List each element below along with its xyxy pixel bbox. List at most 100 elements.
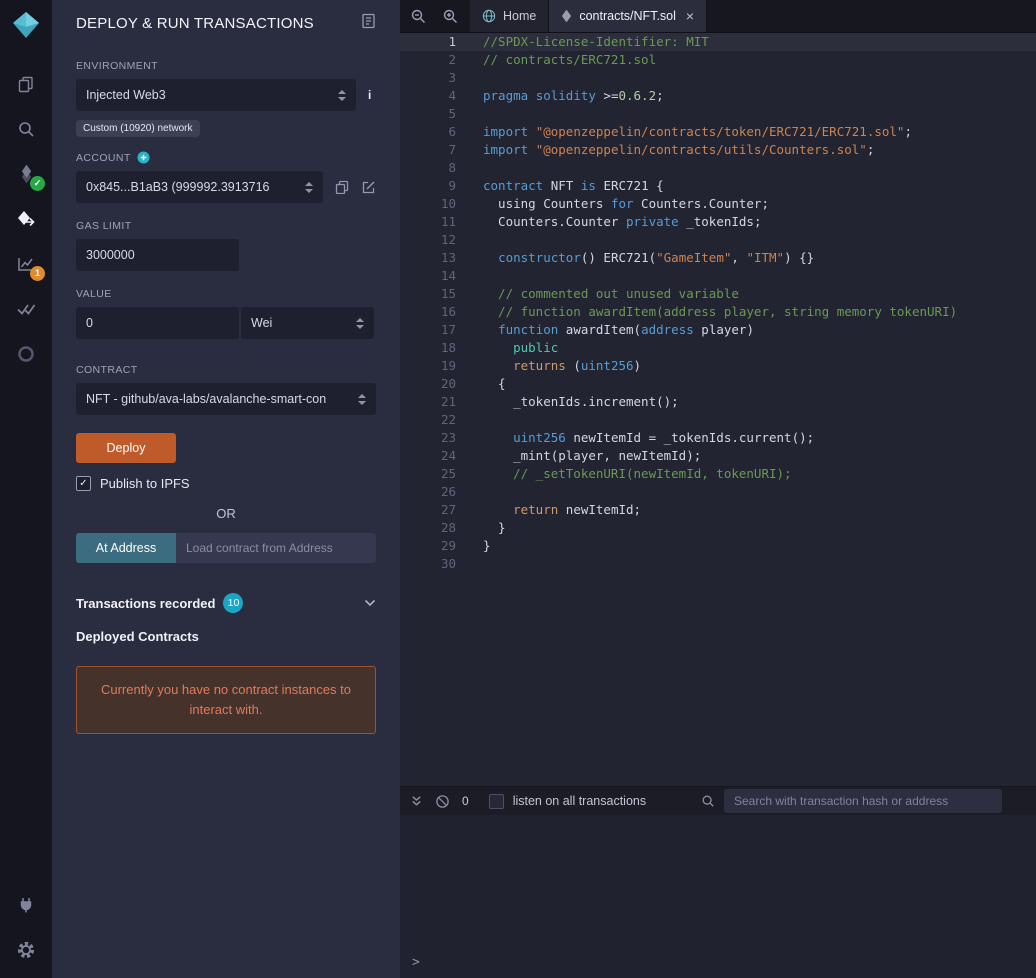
statistics-count-badge: 1 — [30, 266, 45, 281]
documentation-icon[interactable] — [361, 13, 376, 34]
account-select[interactable]: 0x845...B1aB3 (999992.3913716 — [76, 171, 323, 203]
code-line-2[interactable]: 2 // contracts/ERC721.sol — [400, 51, 1036, 69]
unit-testing-icon[interactable] — [0, 286, 52, 331]
line-number: 13 — [440, 250, 456, 265]
remix-logo-icon[interactable] — [11, 10, 41, 45]
line-text: _tokenIds.increment(); — [483, 394, 679, 409]
line-number: 9 — [448, 178, 456, 193]
code-line-11[interactable]: 11 Counters.Counter private _tokenIds; — [400, 213, 1036, 231]
terminal-search-input[interactable] — [724, 789, 1002, 813]
or-divider: OR — [216, 506, 236, 521]
terminal-prompt: > — [412, 955, 420, 970]
code-line-16[interactable]: 16 // function awardItem(address player,… — [400, 303, 1036, 321]
code-line-28[interactable]: 28 } — [400, 519, 1036, 537]
code-line-7[interactable]: 7 import "@openzeppelin/contracts/utils/C… — [400, 141, 1036, 159]
code-line-26[interactable]: 26 — [400, 483, 1036, 501]
line-text — [456, 267, 483, 285]
line-number: 4 — [448, 88, 456, 103]
code-line-24[interactable]: 24 _mint(player, newItemId); — [400, 447, 1036, 465]
line-text: // commented out unused variable — [483, 286, 739, 301]
line-text: // function awardItem(address player, st… — [483, 304, 958, 319]
environment-info-icon[interactable]: i — [368, 88, 371, 102]
code-line-18[interactable]: 18 public — [400, 339, 1036, 357]
deploy-and-run-icon[interactable] — [0, 196, 52, 241]
line-number: 23 — [440, 430, 456, 445]
line-number: 27 — [440, 502, 456, 517]
line-number: 28 — [440, 520, 456, 535]
terminal-clear-icon[interactable] — [435, 794, 450, 809]
value-input[interactable] — [76, 307, 239, 339]
tab-home[interactable]: Home — [470, 0, 550, 32]
zoom-out-icon[interactable] — [410, 8, 426, 24]
deploy-button[interactable]: Deploy — [76, 433, 176, 463]
contract-select[interactable]: NFT - github/ava-labs/avalanche-smart-co… — [76, 383, 376, 415]
line-text: // _setTokenURI(newItemId, tokenURI); — [483, 466, 792, 481]
code-line-4[interactable]: 4 pragma solidity >=0.6.2; — [400, 87, 1036, 105]
code-line-30[interactable]: 30 — [400, 555, 1036, 573]
zoom-in-icon[interactable] — [442, 8, 458, 24]
account-value: 0x845...B1aB3 (999992.3913716 — [86, 180, 270, 194]
debugger-icon[interactable] — [0, 331, 52, 376]
at-address-button[interactable]: At Address — [76, 533, 176, 563]
line-number: 6 — [448, 124, 456, 139]
code-line-25[interactable]: 25 // _setTokenURI(newItemId, tokenURI); — [400, 465, 1036, 483]
tab-nft-sol[interactable]: contracts/NFT.sol × — [549, 0, 708, 32]
add-account-icon[interactable] — [137, 151, 150, 164]
terminal-output[interactable]: > — [400, 815, 1036, 978]
at-address-input[interactable] — [176, 533, 376, 563]
line-text — [456, 159, 483, 177]
environment-select[interactable]: Injected Web3 — [76, 79, 356, 111]
line-text: //SPDX-License-Identifier: MIT — [483, 34, 709, 49]
line-text: uint256 newItemId = _tokenIds.current(); — [513, 430, 815, 445]
chevron-down-icon[interactable] — [364, 599, 376, 607]
line-text — [456, 231, 483, 249]
gas-limit-input[interactable] — [76, 239, 239, 271]
code-line-13[interactable]: 13 constructor() ERC721("GameItem", "ITM… — [400, 249, 1036, 267]
code-line-15[interactable]: 15 // commented out unused variable — [400, 285, 1036, 303]
copy-account-icon[interactable] — [335, 180, 349, 194]
line-number: 5 — [448, 106, 456, 121]
line-text: constructor() ERC721("GameItem", "ITM") … — [498, 250, 815, 265]
line-text: // contracts/ERC721.sol — [483, 52, 657, 67]
network-badge: Custom (10920) network — [76, 120, 200, 137]
publish-ipfs-checkbox[interactable]: ✓ — [76, 476, 91, 491]
statistics-icon[interactable]: 1 — [0, 241, 52, 286]
code-editor[interactable]: 1 //SPDX-License-Identifier: MIT 2 // contr… — [400, 33, 1036, 786]
code-line-27[interactable]: 27 return newItemId; — [400, 501, 1036, 519]
edit-account-icon[interactable] — [361, 180, 376, 195]
code-line-10[interactable]: 10 using Counters for Counters.Counter; — [400, 195, 1036, 213]
terminal-collapse-icon[interactable] — [410, 794, 423, 808]
code-line-8[interactable]: 8 — [400, 159, 1036, 177]
line-number: 19 — [440, 358, 456, 373]
code-line-9[interactable]: 9 contract NFT is ERC721 { — [400, 177, 1036, 195]
terminal-search-icon — [701, 794, 715, 808]
line-number: 15 — [440, 286, 456, 301]
code-line-20[interactable]: 20 { — [400, 375, 1036, 393]
close-tab-icon[interactable]: × — [686, 8, 694, 24]
value-unit: Wei — [251, 316, 273, 330]
code-line-23[interactable]: 23 uint256 newItemId = _tokenIds.current… — [400, 429, 1036, 447]
code-line-21[interactable]: 21 _tokenIds.increment(); — [400, 393, 1036, 411]
search-icon[interactable] — [0, 106, 52, 151]
line-number: 30 — [440, 556, 456, 571]
code-line-19[interactable]: 19 returns (uint256) — [400, 357, 1036, 375]
listen-all-checkbox[interactable] — [488, 793, 504, 809]
code-line-14[interactable]: 14 — [400, 267, 1036, 285]
code-line-29[interactable]: 29} — [400, 537, 1036, 555]
solidity-compiler-icon[interactable]: ✓ — [0, 151, 52, 196]
settings-icon[interactable] — [0, 927, 52, 972]
code-line-1[interactable]: 1 //SPDX-License-Identifier: MIT — [400, 33, 1036, 51]
value-unit-select[interactable]: Wei — [241, 307, 374, 339]
line-text: function awardItem(address player) — [498, 322, 754, 337]
file-explorer-icon[interactable] — [0, 61, 52, 106]
plugin-manager-icon[interactable] — [0, 882, 52, 927]
code-line-5[interactable]: 5 — [400, 105, 1036, 123]
line-number: 10 — [440, 196, 456, 211]
line-text: using Counters for Counters.Counter; — [483, 196, 769, 211]
code-line-17[interactable]: 17 function awardItem(address player) — [400, 321, 1036, 339]
code-line-22[interactable]: 22 — [400, 411, 1036, 429]
code-line-3[interactable]: 3 — [400, 69, 1036, 87]
pending-tx-count: 0 — [462, 794, 469, 808]
code-line-12[interactable]: 12 — [400, 231, 1036, 249]
code-line-6[interactable]: 6 import "@openzeppelin/contracts/token/E… — [400, 123, 1036, 141]
